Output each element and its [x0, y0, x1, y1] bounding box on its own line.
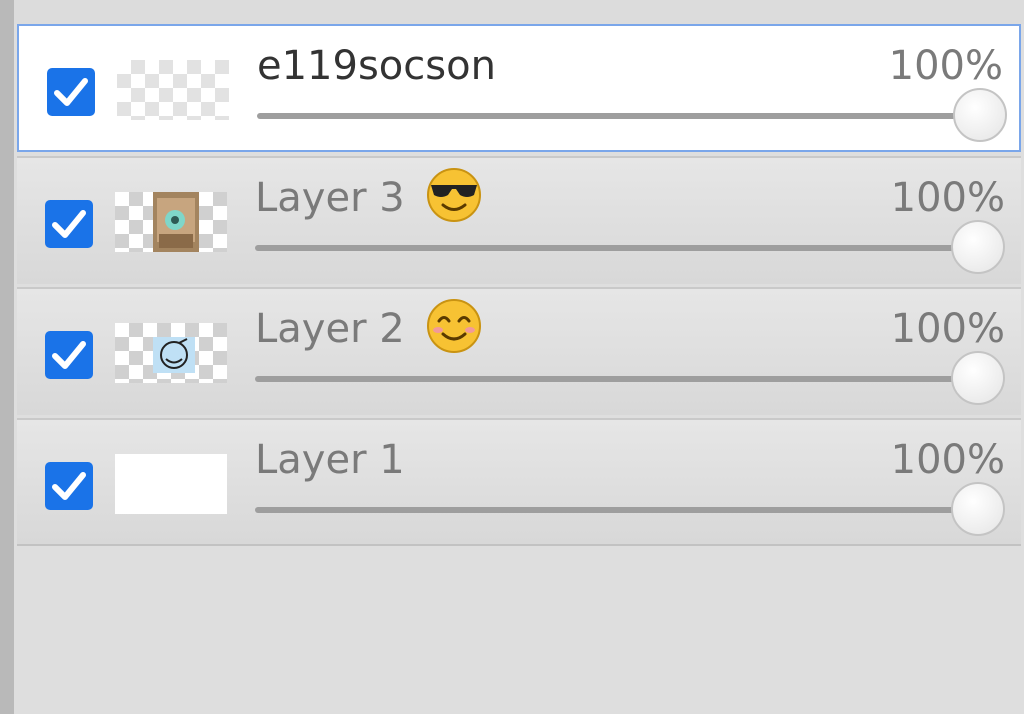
layer-visibility-checkbox[interactable]: [45, 200, 93, 248]
layers-panel-top-strip: [14, 0, 1024, 24]
layer-visibility-checkbox[interactable]: [45, 331, 93, 379]
opacity-slider-handle[interactable]: [953, 88, 1007, 142]
layer-visibility-checkbox[interactable]: [47, 68, 95, 116]
opacity-slider-handle[interactable]: [951, 482, 1005, 536]
smiling-face-with-sunglasses-icon: [427, 168, 481, 222]
layer-name[interactable]: Layer 1: [255, 434, 405, 486]
layer-name[interactable]: Layer 2: [255, 303, 405, 355]
layer-thumbnail: [115, 454, 227, 514]
layer-visibility-checkbox[interactable]: [45, 462, 93, 510]
layer-name[interactable]: e119socson: [257, 40, 496, 92]
opacity-slider-track[interactable]: [257, 113, 977, 119]
panel-left-edge: [0, 0, 14, 714]
layer-opacity-value: 100%: [890, 175, 1005, 221]
doodle-face-thumbnail-icon: [153, 337, 195, 373]
opacity-slider-track[interactable]: [255, 507, 975, 513]
layer-thumbnail: [117, 60, 229, 120]
checkmark-icon: [52, 472, 86, 500]
checkmark-icon: [52, 210, 86, 238]
opacity-slider-track[interactable]: [255, 245, 975, 251]
checkmark-icon: [54, 78, 88, 106]
layer-row-layer-3[interactable]: Layer 3 100%: [17, 156, 1021, 284]
layer-row-layer-2[interactable]: Layer 2 100%: [17, 287, 1021, 415]
layer-row-e119socson[interactable]: e119socson 100%: [17, 24, 1021, 152]
cat-picture-thumbnail-icon: [153, 192, 199, 252]
opacity-slider-track[interactable]: [255, 376, 975, 382]
layer-name[interactable]: Layer 3: [255, 172, 405, 224]
smiling-face-with-smiling-eyes-icon: [427, 299, 481, 353]
layer-row-layer-1[interactable]: Layer 1 100%: [17, 418, 1021, 546]
opacity-slider-handle[interactable]: [951, 220, 1005, 274]
layer-opacity-value: 100%: [888, 43, 1003, 89]
layer-thumbnail: [115, 192, 227, 252]
layer-opacity-value: 100%: [890, 306, 1005, 352]
layer-opacity-value: 100%: [890, 437, 1005, 483]
layers-panel: e119socson 100% Layer 3 100% Layer 2 100…: [14, 0, 1024, 714]
opacity-slider-handle[interactable]: [951, 351, 1005, 405]
layer-thumbnail: [115, 323, 227, 383]
checkmark-icon: [52, 341, 86, 369]
